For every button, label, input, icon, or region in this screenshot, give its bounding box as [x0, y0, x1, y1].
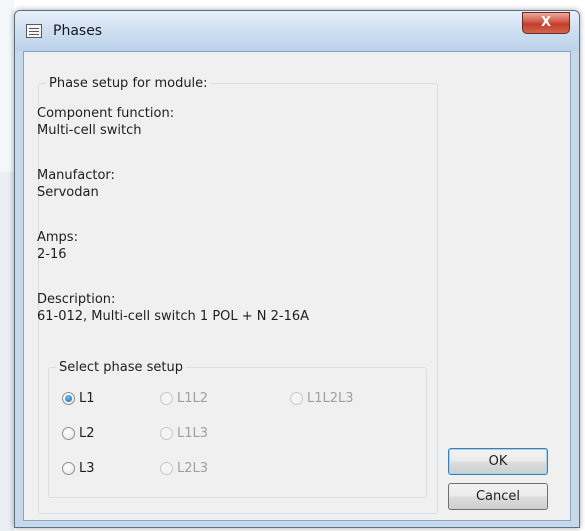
radio-button-icon [290, 391, 303, 405]
radio-l1l2-label: L1L2 [177, 390, 209, 406]
radio-l3-label: L3 [79, 460, 95, 476]
radio-l1l2[interactable]: L1L2 [160, 389, 208, 407]
amps-label: Amps: [37, 230, 78, 245]
radio-button-icon [160, 461, 173, 475]
cancel-button[interactable]: Cancel [448, 483, 548, 510]
background-strip [0, 0, 14, 172]
radio-l2l3-label: L2L3 [177, 460, 209, 476]
title-bar[interactable]: Phases X [15, 11, 579, 51]
description-label: Description: [37, 292, 116, 307]
background-strip [0, 172, 14, 531]
radio-l2-label: L2 [79, 425, 95, 441]
radio-button-icon [62, 391, 75, 405]
radio-button-icon [62, 426, 75, 440]
component-function-label: Component function: [37, 106, 175, 121]
component-function-value: Multi-cell switch [37, 123, 142, 138]
manufactor-label: Manufactor: [37, 168, 115, 183]
radio-l1l2l3[interactable]: L1L2L3 [290, 389, 354, 407]
ok-button[interactable]: OK [448, 448, 548, 475]
window-title: Phases [53, 23, 103, 39]
radio-l1l3[interactable]: L1L3 [160, 424, 208, 442]
radio-l3[interactable]: L3 [62, 459, 95, 477]
manufactor-value: Servodan [37, 185, 99, 200]
phases-dialog: Phases X Phase setup for module: Compone… [14, 10, 580, 528]
dialog-content: Phase setup for module: Component functi… [23, 51, 571, 521]
radio-button-icon [160, 391, 173, 405]
radio-button-icon [62, 461, 75, 475]
close-button[interactable]: X [522, 12, 570, 34]
radio-button-icon [160, 426, 173, 440]
radio-l1l2l3-label: L1L2L3 [307, 390, 354, 406]
radio-l2l3[interactable]: L2L3 [160, 459, 208, 477]
radio-l1-label: L1 [79, 390, 95, 406]
radio-l2[interactable]: L2 [62, 424, 95, 442]
window-app-icon [26, 24, 42, 38]
module-group-legend: Phase setup for module: [49, 76, 208, 91]
close-icon: X [540, 15, 552, 30]
radio-l1l3-label: L1L3 [177, 425, 209, 441]
phase-group-legend: Select phase setup [59, 360, 183, 375]
amps-value: 2-16 [37, 247, 67, 262]
phase-setup-group: Select phase setup [48, 360, 427, 498]
description-value: 61-012, Multi-cell switch 1 POL + N 2-16… [37, 309, 310, 324]
radio-l1[interactable]: L1 [62, 389, 95, 407]
